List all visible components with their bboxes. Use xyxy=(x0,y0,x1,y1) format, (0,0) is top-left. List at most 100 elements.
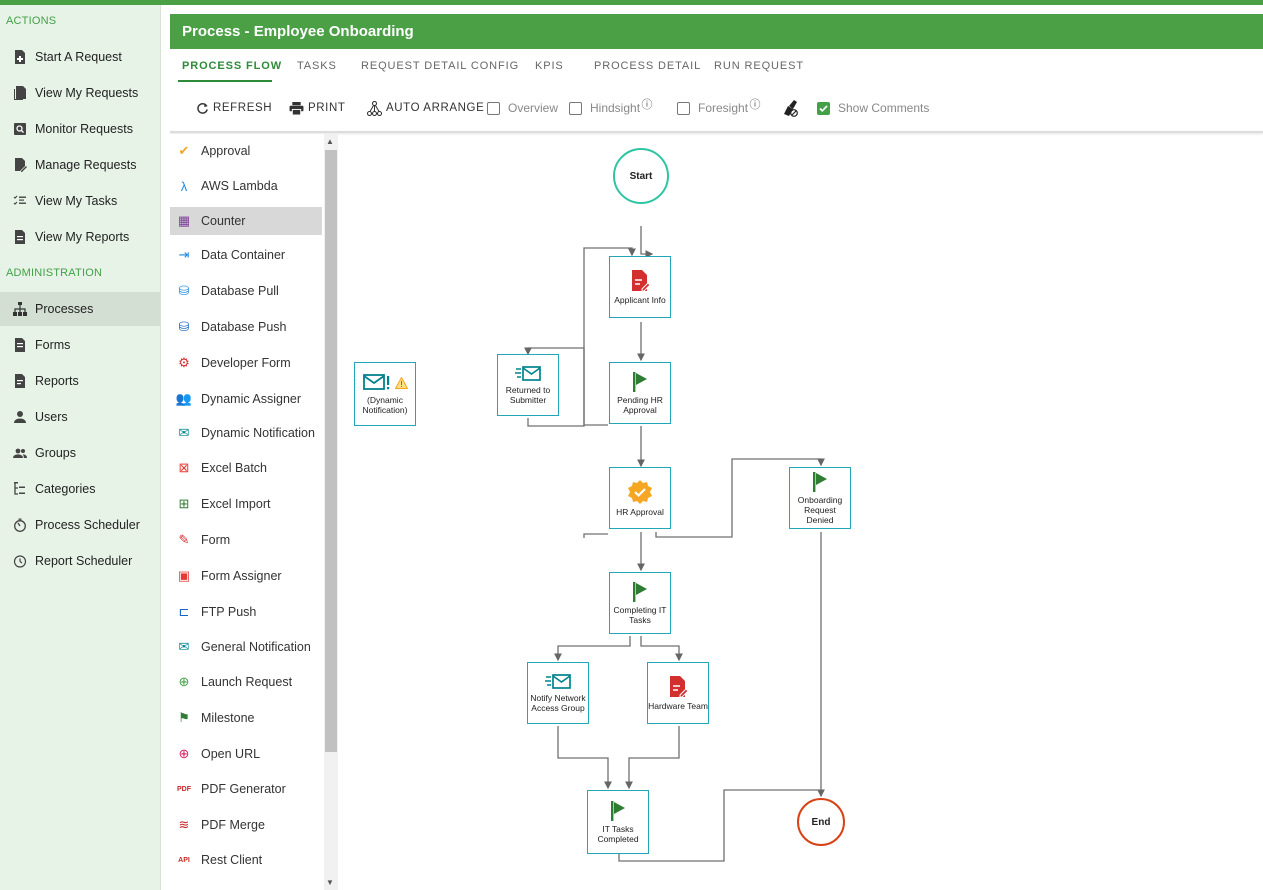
palette-item-pdf-generator[interactable]: PDF PDF Generator xyxy=(170,775,322,803)
nav-groups[interactable]: Groups xyxy=(0,436,160,470)
palette-item-pdf-merge[interactable]: ≋ PDF Merge xyxy=(170,811,322,839)
scroll-up-arrow-icon[interactable]: ▲ xyxy=(326,137,334,146)
pdf-icon: PDF xyxy=(177,785,191,793)
refresh-button[interactable]: REFRESH xyxy=(196,98,272,118)
end-node[interactable]: End xyxy=(797,798,845,846)
show-comments-checkbox-box[interactable] xyxy=(817,101,830,115)
tab-run-request[interactable]: RUN REQUEST xyxy=(714,60,804,72)
palette-item-approval[interactable]: ✔ Approval xyxy=(170,137,322,165)
connector-completed-to-end xyxy=(618,789,821,862)
lambda-icon: λ xyxy=(180,178,188,194)
palette-item-label: Data Container xyxy=(201,248,286,262)
auto-arrange-label: AUTO ARRANGE xyxy=(386,102,485,114)
data-container-icon: ⇥ xyxy=(178,247,190,262)
nav-view-my-tasks[interactable]: View My Tasks xyxy=(0,184,160,218)
refresh-label: REFRESH xyxy=(213,102,273,114)
palette-item-excel-import[interactable]: ⊞ Excel Import xyxy=(170,490,322,518)
nav-report-scheduler[interactable]: Report Scheduler xyxy=(0,544,160,578)
auto-arrange-button[interactable]: AUTO ARRANGE xyxy=(367,98,484,118)
palette-item-database-push[interactable]: ⛁ Database Push xyxy=(170,313,322,341)
clear-highlight-button[interactable] xyxy=(781,98,803,118)
auto-arrange-icon xyxy=(367,100,382,116)
node-onboarding-request-denied[interactable]: Onboarding Request Denied xyxy=(789,467,851,529)
palette-item-launch-request[interactable]: ⊕ Launch Request xyxy=(170,668,322,696)
left-navigation: ACTIONS Start A Request View My Requests… xyxy=(0,5,161,890)
palette-item-database-pull[interactable]: ⛁ Database Pull xyxy=(170,277,322,305)
node-hardware-team[interactable]: Hardware Team xyxy=(647,662,709,724)
nav-reports[interactable]: Reports xyxy=(0,364,160,398)
palette-item-dynamic-notification[interactable]: ✉ Dynamic Notification xyxy=(170,419,322,447)
palette-item-form[interactable]: ✎ Form xyxy=(170,526,322,554)
foresight-checkbox[interactable]: Foresight ⓘ xyxy=(677,98,761,118)
process-flow-canvas[interactable]: Start End Applicant Info Returned to Sub… xyxy=(340,134,1263,890)
palette-scrollbar-thumb[interactable] xyxy=(325,150,337,752)
nav-processes[interactable]: Processes xyxy=(0,292,160,326)
tab-kpis[interactable]: KPIS xyxy=(535,60,564,72)
palette-item-dynamic-assigner[interactable]: 👥 Dynamic Assigner xyxy=(170,385,322,413)
node-label: Pending HR Approval xyxy=(617,394,663,415)
info-icon[interactable]: ⓘ xyxy=(642,99,653,111)
palette-item-aws-lambda[interactable]: λ AWS Lambda xyxy=(170,172,322,200)
warning-icon xyxy=(394,376,408,389)
page-title: Process - Employee Onboarding xyxy=(182,23,414,40)
group-icon xyxy=(12,445,28,461)
milestone-flag-icon xyxy=(633,581,647,602)
dynamic-notification-icon: ✉ xyxy=(178,425,190,440)
tab-tasks[interactable]: TASKS xyxy=(297,60,337,72)
hindsight-checkbox[interactable]: Hindsight ⓘ xyxy=(569,98,653,118)
tab-process-flow[interactable]: PROCESS FLOW xyxy=(182,60,282,72)
show-comments-checkbox[interactable]: Show Comments xyxy=(817,98,929,118)
highlighter-off-icon xyxy=(784,100,798,117)
palette-item-developer-form[interactable]: ⚙ Developer Form xyxy=(170,349,322,377)
palette-item-ftp-push[interactable]: ⊏ FTP Push xyxy=(170,598,322,626)
categories-icon xyxy=(12,481,28,497)
palette-item-excel-batch[interactable]: ⊠ Excel Batch xyxy=(170,454,322,482)
palette-item-milestone[interactable]: ⚑ Milestone xyxy=(170,704,322,732)
info-icon[interactable]: ⓘ xyxy=(750,99,761,111)
node-completing-it-tasks[interactable]: Completing IT Tasks xyxy=(609,572,671,634)
nav-process-scheduler[interactable]: Process Scheduler xyxy=(0,508,160,542)
nav-users[interactable]: Users xyxy=(0,400,160,434)
node-returned-to-submitter[interactable]: Returned to Submitter xyxy=(497,354,559,416)
tab-process-detail[interactable]: PROCESS DETAIL xyxy=(594,60,701,72)
palette-item-general-notification[interactable]: ✉ General Notification xyxy=(170,633,322,661)
print-button[interactable]: PRINT xyxy=(289,98,346,118)
node-it-tasks-completed[interactable]: IT Tasks Completed xyxy=(587,790,649,854)
palette-item-label: Excel Batch xyxy=(201,461,268,475)
nav-monitor-requests[interactable]: Monitor Requests xyxy=(0,112,160,146)
nav-forms[interactable]: Forms xyxy=(0,328,160,362)
palette-item-form-assigner[interactable]: ▣ Form Assigner xyxy=(170,562,322,590)
foresight-checkbox-box[interactable] xyxy=(677,101,690,115)
nav-view-my-requests[interactable]: View My Requests xyxy=(0,76,160,110)
palette-item-rest-client[interactable]: API Rest Client xyxy=(170,846,322,874)
nav-start-a-request[interactable]: Start A Request xyxy=(0,40,160,74)
palette-item-data-container[interactable]: ⇥ Data Container xyxy=(170,241,322,269)
hindsight-checkbox-box[interactable] xyxy=(569,101,582,115)
overview-checkbox-box[interactable] xyxy=(487,101,500,115)
node-label: (Dynamic Notification) xyxy=(362,394,408,415)
node-pending-hr-approval[interactable]: Pending HR Approval xyxy=(609,362,671,424)
flow-toolbar: REFRESH PRINT AUTO ARRANGE Overview Hind… xyxy=(170,92,1263,124)
connector-completing-to-hardware xyxy=(640,636,683,662)
palette-item-open-url[interactable]: ⊕ Open URL xyxy=(170,740,322,768)
administration-section-label: ADMINISTRATION xyxy=(6,267,103,279)
dynamic-assigner-icon: 👥 xyxy=(175,391,193,406)
scroll-down-arrow-icon[interactable]: ▼ xyxy=(326,878,334,887)
nav-label: Manage Requests xyxy=(35,158,137,172)
node-hr-approval[interactable]: HR Approval xyxy=(609,467,671,529)
node-notify-network-access-group[interactable]: Notify Network Access Group xyxy=(527,662,589,724)
tab-request-detail-config[interactable]: REQUEST DETAIL CONFIG xyxy=(361,60,519,72)
node-label: Notify Network Access Group xyxy=(530,692,586,713)
palette-item-counter[interactable]: ▦ Counter xyxy=(170,207,322,235)
form-assigner-icon: ▣ xyxy=(177,568,191,583)
node-dynamic-notification[interactable]: (Dynamic Notification) xyxy=(354,362,416,426)
nav-categories[interactable]: Categories xyxy=(0,472,160,506)
nav-manage-requests[interactable]: Manage Requests xyxy=(0,148,160,182)
toolbar-divider xyxy=(170,131,1263,133)
nav-view-my-reports[interactable]: View My Reports xyxy=(0,220,160,254)
node-label: Completing IT Tasks xyxy=(613,604,667,625)
node-applicant-info[interactable]: Applicant Info xyxy=(609,256,671,318)
overview-checkbox[interactable]: Overview xyxy=(487,98,558,118)
start-node[interactable]: Start xyxy=(613,148,669,204)
active-tab-indicator xyxy=(178,80,272,82)
